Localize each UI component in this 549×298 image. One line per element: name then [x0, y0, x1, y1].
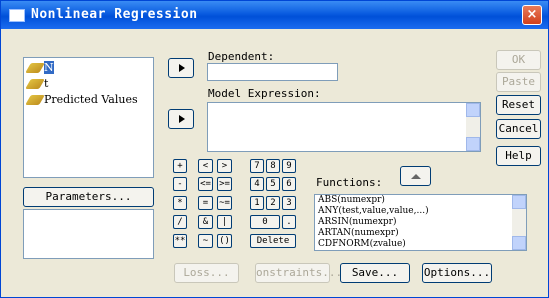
calc-0[interactable]: 0: [250, 215, 280, 229]
function-item[interactable]: ARSIN(numexpr): [315, 217, 526, 228]
calc-divide[interactable]: /: [173, 215, 187, 229]
calc-less[interactable]: <: [198, 159, 213, 173]
ruler-icon: [25, 79, 45, 89]
parameters-button[interactable]: Parameters...: [23, 187, 154, 207]
nonlinear-regression-dialog: Nonlinear Regression × N t Predicted Val…: [0, 0, 549, 298]
constraints-button[interactable]: onstraints...: [255, 263, 342, 283]
options-button[interactable]: Options...: [422, 263, 492, 283]
calc-not[interactable]: ~: [198, 234, 213, 248]
cancel-button[interactable]: Cancel: [496, 119, 541, 139]
calc-8[interactable]: 8: [266, 159, 280, 173]
ruler-icon: [25, 95, 45, 105]
calc-1[interactable]: 1: [250, 196, 264, 210]
calc-equal[interactable]: =: [198, 196, 213, 210]
calc-7[interactable]: 7: [250, 159, 264, 173]
variable-item[interactable]: Predicted Values: [25, 93, 138, 107]
scroll-up-icon[interactable]: [512, 195, 526, 209]
help-button[interactable]: Help: [496, 146, 541, 166]
calc-greater[interactable]: >: [217, 159, 232, 173]
function-item[interactable]: ABS(numexpr): [315, 195, 526, 206]
loss-button[interactable]: Loss...: [174, 263, 239, 283]
scroll-down-icon[interactable]: [466, 137, 480, 151]
up-arrow-icon: [410, 174, 421, 179]
calc-4[interactable]: 4: [250, 177, 264, 191]
close-button[interactable]: ×: [522, 5, 542, 25]
ruler-icon: [25, 63, 45, 73]
calc-greater-equal[interactable]: >=: [217, 177, 232, 191]
move-expression-button[interactable]: [168, 109, 194, 129]
calc-5[interactable]: 5: [266, 177, 280, 191]
dependent-field[interactable]: [207, 63, 338, 81]
calc-and[interactable]: &: [198, 215, 213, 229]
functions-scrollbar[interactable]: [512, 195, 526, 250]
calc-minus[interactable]: -: [173, 177, 187, 191]
move-dependent-button[interactable]: [168, 58, 194, 78]
model-expression-field[interactable]: [207, 102, 481, 152]
variable-label: t: [44, 77, 49, 90]
calc-3[interactable]: 3: [282, 196, 296, 210]
paste-button[interactable]: Paste: [496, 72, 541, 92]
paste-function-button[interactable]: [400, 166, 431, 186]
calc-parentheses[interactable]: (): [217, 234, 232, 248]
calc-6[interactable]: 6: [282, 177, 296, 191]
function-item[interactable]: CDFNORM(zvalue): [315, 239, 526, 250]
functions-label: Functions:: [316, 176, 383, 189]
calc-less-equal[interactable]: <=: [198, 177, 213, 191]
calc-or[interactable]: |: [217, 215, 232, 229]
ok-button[interactable]: OK: [496, 50, 541, 70]
window-title: Nonlinear Regression: [31, 7, 198, 22]
function-item[interactable]: ARTAN(numexpr): [315, 228, 526, 239]
save-button[interactable]: Save...: [340, 263, 410, 283]
variable-list[interactable]: N t Predicted Values: [23, 57, 154, 178]
scroll-down-icon[interactable]: [512, 236, 526, 250]
scroll-up-icon[interactable]: [466, 103, 480, 117]
parameters-list[interactable]: [23, 209, 154, 259]
variable-label: Predicted Values: [44, 93, 138, 106]
model-expression-label: Model Expression:: [208, 87, 321, 100]
calc-power[interactable]: **: [173, 234, 187, 248]
calc-plus[interactable]: +: [173, 159, 187, 173]
calc-decimal[interactable]: .: [282, 215, 296, 229]
functions-list[interactable]: ABS(numexpr) ANY(test,value,value,...) A…: [314, 194, 527, 251]
calc-multiply[interactable]: *: [173, 196, 187, 210]
dependent-label: Dependent:: [208, 50, 275, 63]
function-item[interactable]: ANY(test,value,value,...): [315, 206, 526, 217]
reset-button[interactable]: Reset: [496, 95, 541, 115]
expression-scrollbar[interactable]: [466, 103, 480, 151]
window-icon: [9, 9, 25, 22]
title-bar[interactable]: Nonlinear Regression ×: [1, 1, 548, 29]
calc-9[interactable]: 9: [282, 159, 296, 173]
calc-not-equal[interactable]: ~=: [217, 196, 232, 210]
variable-label: N: [44, 61, 54, 74]
calc-delete[interactable]: Delete: [250, 234, 296, 248]
calc-2[interactable]: 2: [266, 196, 280, 210]
variable-item[interactable]: t: [25, 77, 49, 91]
variable-item[interactable]: N: [25, 61, 54, 75]
